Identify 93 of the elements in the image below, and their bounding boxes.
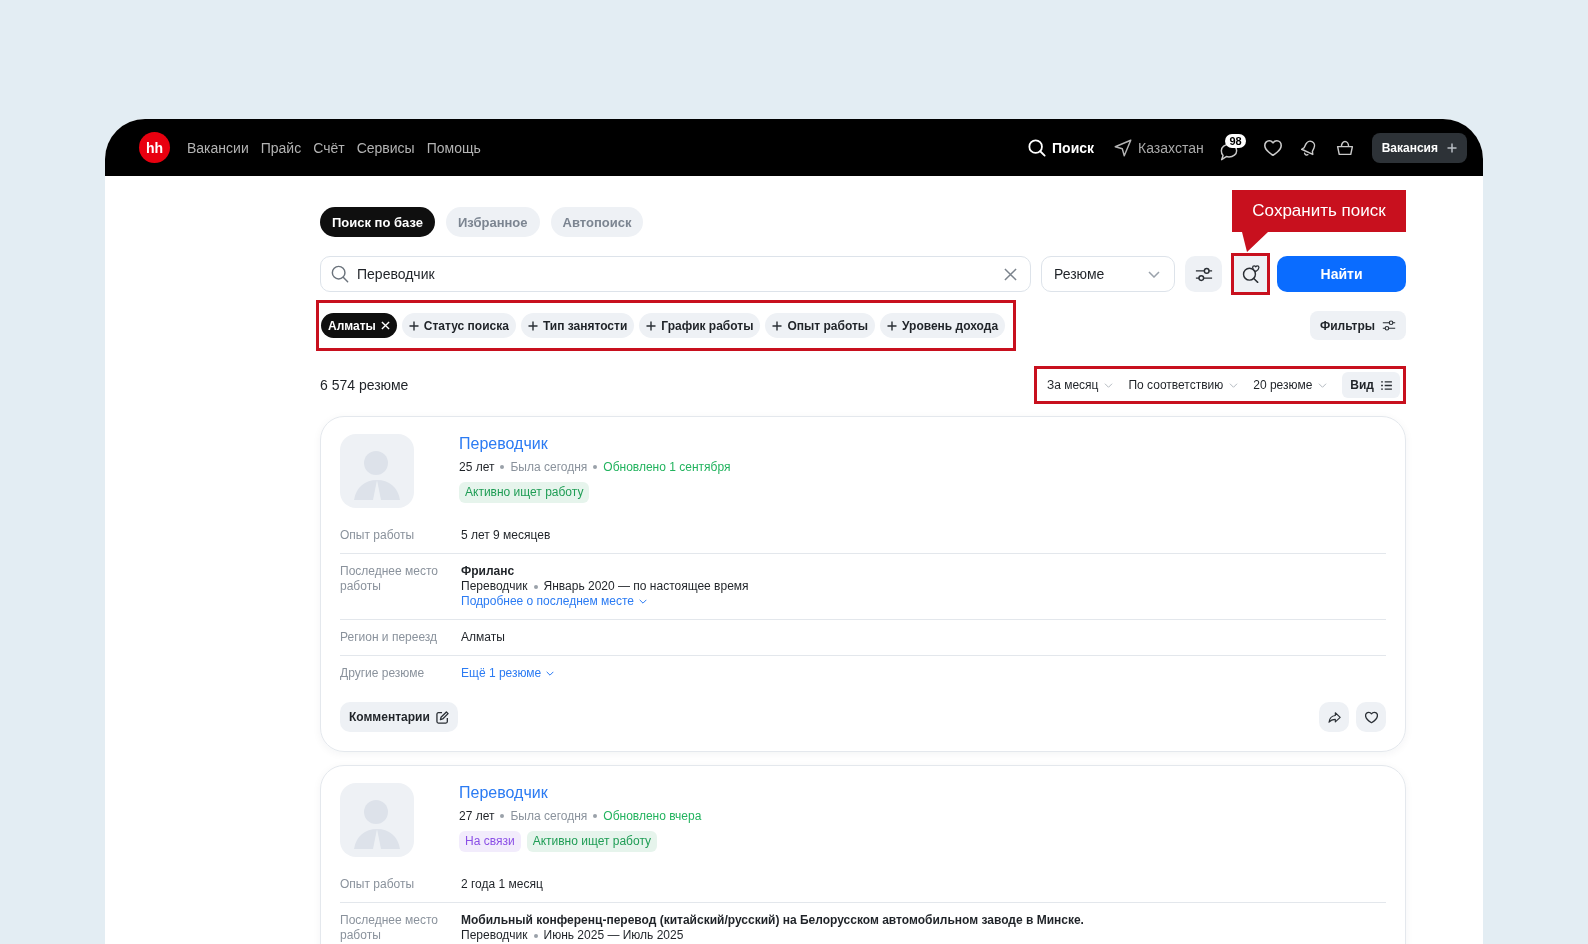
separator-dot-icon xyxy=(500,465,505,469)
find-button[interactable]: Найти xyxy=(1277,256,1406,292)
filter-chip[interactable]: Уровень дохода xyxy=(880,313,1006,338)
heart-icon xyxy=(1364,710,1378,724)
filter-chip[interactable]: График работы xyxy=(639,313,761,338)
chat-bubble-icon[interactable] xyxy=(1219,143,1238,161)
chevron-down-icon xyxy=(1318,382,1328,388)
search-icon xyxy=(1028,138,1047,157)
plus-icon xyxy=(646,320,657,331)
filter-chip[interactable]: Статус поиска xyxy=(401,313,516,338)
separator-dot-icon xyxy=(533,584,538,589)
nav-link[interactable]: Счёт xyxy=(313,139,345,156)
plus-icon xyxy=(887,320,898,331)
last-seen-status: Была сегодня xyxy=(510,459,588,475)
job-period: Январь 2020 — по настоящее время xyxy=(543,579,749,594)
heart-icon[interactable] xyxy=(1263,138,1282,157)
detail-label: Последнее место работы xyxy=(340,564,439,595)
nav-link[interactable]: Прайс xyxy=(260,139,302,156)
search-field[interactable]: Переводчик xyxy=(320,256,1031,292)
chevron-down-icon xyxy=(546,671,555,676)
chevron-down-icon xyxy=(639,599,647,604)
share-icon xyxy=(1327,710,1341,724)
nav-link[interactable]: Вакансии xyxy=(187,139,249,156)
detail-label: Последнее место работы xyxy=(340,913,439,943)
last-seen-status: Была сегодня xyxy=(510,808,588,824)
detail-value: 2 года 1 месяц xyxy=(461,877,543,892)
job-position: Переводчик xyxy=(461,579,528,594)
sliders-icon xyxy=(1382,320,1396,331)
chevron-down-icon xyxy=(1104,382,1114,388)
detail-label: Другие резюме xyxy=(340,666,426,681)
comments-button[interactable]: Комментарии xyxy=(340,702,458,732)
search-link[interactable]: Поиск xyxy=(1028,138,1095,157)
company-name: Мобильный конференц-перевод (китайский/русский) на Белорусском автомобильном заводе в Минске. xyxy=(461,913,1084,928)
status-tag: Активно ищет работу xyxy=(526,831,658,852)
sort-dropdown[interactable]: 20 резюме xyxy=(1253,378,1328,392)
create-vacancy-button[interactable]: Вакансия xyxy=(1371,132,1467,163)
search-heart-icon xyxy=(1241,265,1260,283)
nav-link[interactable]: Помощь xyxy=(426,139,481,156)
detail-value: Алматы xyxy=(461,630,505,645)
resume-title-link[interactable]: Переводчик xyxy=(459,434,548,454)
sort-dropdown[interactable]: За месяц xyxy=(1046,378,1114,392)
sliders-icon xyxy=(1194,266,1213,282)
chevron-down-icon xyxy=(1229,382,1239,388)
edit-icon xyxy=(435,710,449,724)
results-count: 6 574 резюме xyxy=(320,377,409,393)
detail-label: Опыт работы xyxy=(340,528,416,543)
filter-chip[interactable]: Тип занятости xyxy=(520,313,635,338)
detail-label: Регион и переезд xyxy=(340,630,439,645)
save-search-tooltip: Сохранить поиск xyxy=(1232,190,1406,252)
company-name: Фриланс xyxy=(461,564,515,579)
resume-title-link[interactable]: Переводчик xyxy=(459,783,548,803)
job-period: Июнь 2025 — Июль 2025 xyxy=(543,928,684,943)
bell-icon[interactable] xyxy=(1299,138,1318,157)
filter-chip[interactable]: Опыт работы xyxy=(765,313,876,338)
filters-button[interactable]: Фильтры xyxy=(1309,311,1406,340)
update-date: Обновлено вчера xyxy=(603,808,702,824)
sort-dropdown[interactable]: По соответствию xyxy=(1128,378,1239,392)
view-toggle-button[interactable]: Вид xyxy=(1342,372,1400,398)
detail-label: Опыт работы xyxy=(340,877,416,892)
candidate-age: 27 лет xyxy=(459,808,495,824)
separator-dot-icon xyxy=(593,465,598,469)
filter-chip[interactable]: Алматы xyxy=(321,313,397,338)
separator-dot-icon xyxy=(500,814,505,818)
separator-dot-icon xyxy=(533,933,538,938)
search-icon xyxy=(331,265,349,283)
navigation-arrow-icon xyxy=(1114,138,1133,157)
more-details-link[interactable]: Подробнее о последнем месте xyxy=(461,594,647,609)
filter-settings-button[interactable] xyxy=(1185,256,1222,292)
other-resumes-link[interactable]: Ещё 1 резюме xyxy=(461,666,555,681)
plus-icon xyxy=(408,320,419,331)
candidate-age: 25 лет xyxy=(459,459,495,475)
resume-type-dropdown[interactable]: Резюме xyxy=(1041,256,1175,292)
separator-dot-icon xyxy=(593,814,598,818)
tab[interactable]: Поиск по базе xyxy=(320,207,435,237)
plus-icon xyxy=(527,320,538,331)
job-position: Переводчик xyxy=(461,928,528,943)
notification-badge: 98 xyxy=(1225,134,1246,148)
chevron-down-icon xyxy=(1148,270,1160,278)
clear-icon[interactable] xyxy=(1004,267,1017,281)
status-tag: На связи xyxy=(459,831,521,852)
favorite-button[interactable] xyxy=(1356,702,1386,732)
list-icon xyxy=(1381,380,1392,390)
plus-icon xyxy=(1447,142,1457,153)
logo[interactable]: hh xyxy=(139,132,170,163)
detail-value: 5 лет 9 месяцев xyxy=(461,528,551,543)
update-date: Обновлено 1 сентября xyxy=(603,459,731,475)
basket-icon[interactable] xyxy=(1335,138,1354,157)
plus-icon xyxy=(772,320,783,331)
status-tag: Активно ищет работу xyxy=(459,482,590,503)
region-link[interactable]: Казахстан xyxy=(1114,138,1204,157)
nav-link[interactable]: Сервисы xyxy=(356,139,415,156)
close-icon[interactable] xyxy=(380,321,390,330)
share-button[interactable] xyxy=(1319,702,1349,732)
